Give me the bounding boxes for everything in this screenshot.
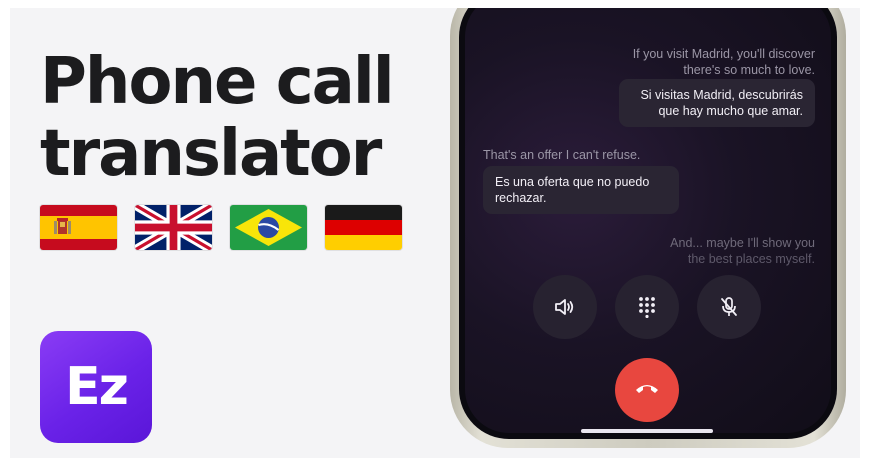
message-1-translation-line-2: que hay mucho que amar. (658, 104, 803, 118)
keypad-icon (638, 296, 656, 318)
headline-line-2: translator (40, 117, 382, 191)
language-flags (40, 205, 402, 250)
message-3-original-line-2: the best places myself. (687, 252, 815, 266)
logo-text: Ez (65, 357, 129, 417)
call-screen: If you visit Madrid, you'll discover the… (465, 8, 831, 433)
message-2-translation-line-1: Es una oferta que no puedo (495, 175, 650, 189)
phone-mockup: If you visit Madrid, you'll discover the… (450, 8, 846, 448)
message-1-translation-line-1: Si visitas Madrid, descubrirás (640, 88, 803, 102)
speaker-icon (554, 297, 576, 317)
mute-button[interactable] (697, 275, 761, 339)
brazil-flag-icon (230, 205, 307, 250)
keypad-button[interactable] (615, 275, 679, 339)
message-2-translation-line-2: rechazar. (495, 191, 547, 205)
speaker-button[interactable] (533, 275, 597, 339)
promo-canvas: Phone call translator Ez If you visit Ma… (10, 8, 860, 458)
message-2-original: That's an offer I can't refuse. (483, 148, 641, 162)
message-1-original: If you visit Madrid, you'll discover the… (555, 46, 815, 78)
app-logo: Ez (40, 331, 152, 443)
message-1-original-line-1: If you visit Madrid, you'll discover (632, 47, 815, 61)
uk-flag-icon (135, 205, 212, 250)
message-3-original: And... maybe I'll show you the best plac… (595, 235, 815, 267)
germany-flag-icon (325, 205, 402, 250)
message-3-original-line-1: And... maybe I'll show you (670, 236, 815, 250)
headline-line-1: Phone call (40, 45, 395, 119)
hang-up-icon (634, 381, 660, 399)
phone-bezel: If you visit Madrid, you'll discover the… (459, 8, 837, 439)
hang-up-button[interactable] (615, 358, 679, 422)
spain-flag-icon (40, 205, 117, 250)
message-2-translation-bubble: Es una oferta que no puedo rechazar. (483, 166, 679, 214)
headline: Phone call translator (40, 45, 395, 191)
mic-off-icon (719, 296, 739, 318)
home-indicator (581, 429, 713, 433)
message-1-original-line-2: there's so much to love. (683, 63, 815, 77)
message-1-translation-bubble: Si visitas Madrid, descubrirás que hay m… (619, 79, 815, 127)
